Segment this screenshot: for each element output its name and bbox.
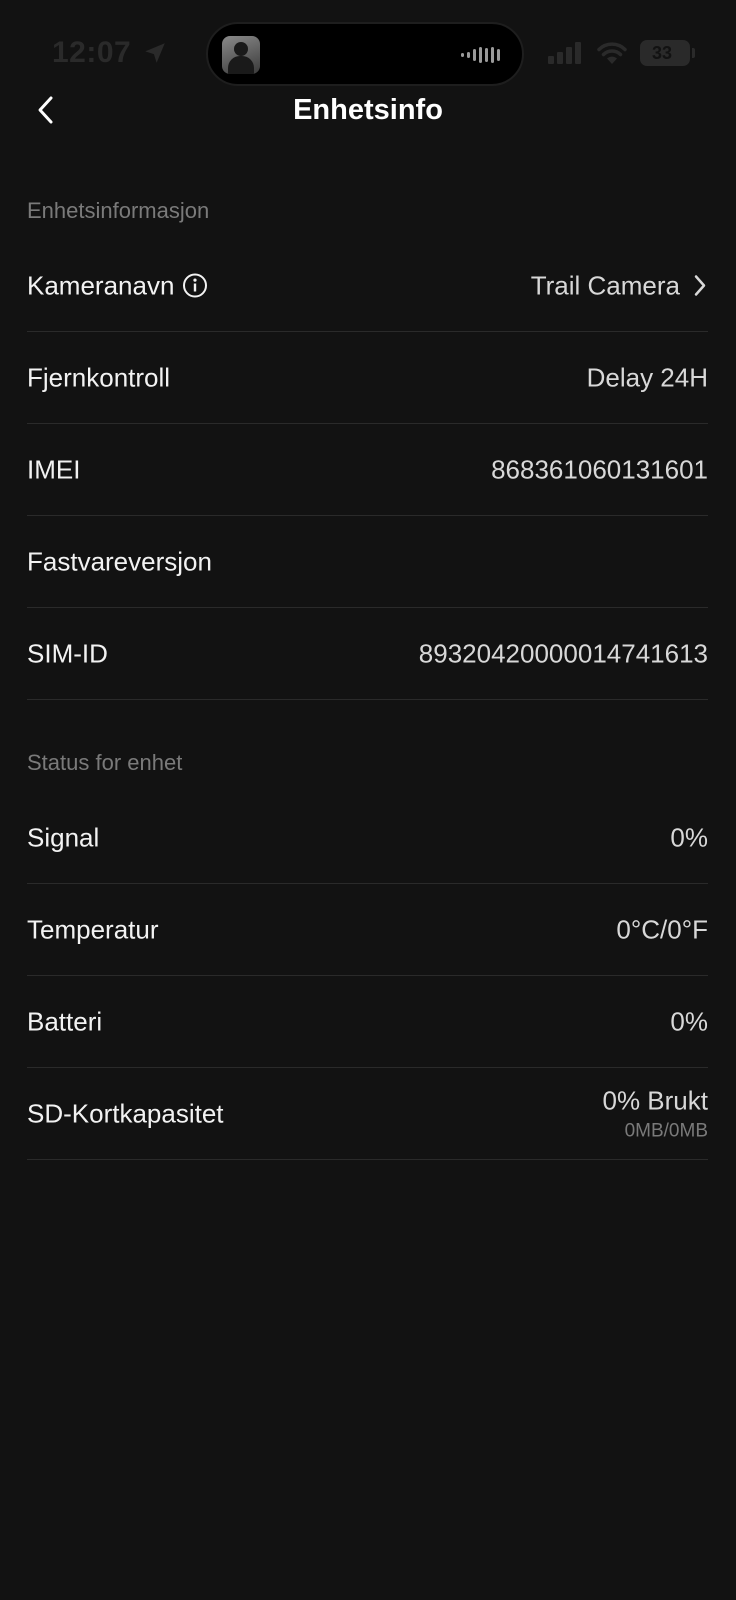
device-info-screen: 12:07 33 Enhetsinfo Enhetsinformasjon Ka… bbox=[0, 0, 736, 1600]
temperature-value: 0°C/0°F bbox=[616, 914, 708, 944]
battery-level: 33 bbox=[651, 43, 673, 63]
section-title-device-info: Enhetsinformasjon bbox=[27, 198, 210, 223]
page-title: Enhetsinfo bbox=[293, 94, 443, 126]
row-signal: Signal 0% bbox=[27, 792, 708, 884]
info-icon[interactable] bbox=[182, 273, 208, 299]
row-remote-control: Fjernkontroll Delay 24H bbox=[27, 332, 708, 424]
firmware-version-label: Fastvareversjon bbox=[27, 546, 212, 576]
battery-label: Batteri bbox=[27, 1006, 103, 1036]
section-title-device-status: Status for enhet bbox=[27, 750, 183, 775]
battery-cap bbox=[692, 48, 695, 58]
wifi-icon bbox=[597, 42, 627, 64]
row-value: Trail Camera bbox=[531, 270, 708, 301]
audio-waveform-icon bbox=[461, 46, 500, 64]
camera-name-label: Kameranavn bbox=[27, 270, 175, 300]
row-camera-name[interactable]: Kameranavn Trail Camera bbox=[27, 240, 708, 332]
location-arrow-icon bbox=[145, 43, 165, 63]
signal-value: 0% bbox=[670, 822, 708, 852]
signal-label: Signal bbox=[27, 822, 100, 852]
row-sd-card-capacity: SD-Kortkapasitet 0% Brukt 0MB/0MB bbox=[27, 1068, 708, 1160]
cellular-signal-icon bbox=[548, 42, 581, 64]
row-label: Kameranavn bbox=[27, 270, 208, 301]
chevron-right-icon bbox=[694, 275, 706, 296]
sim-id-label: SIM-ID bbox=[27, 638, 108, 668]
nav-header: Enhetsinfo bbox=[0, 80, 736, 140]
sd-card-capacity-values: 0% Brukt 0MB/0MB bbox=[603, 1085, 709, 1142]
remote-control-value: Delay 24H bbox=[586, 362, 708, 392]
battery-value: 0% bbox=[670, 1006, 708, 1036]
imei-label: IMEI bbox=[27, 454, 81, 484]
status-time: 12:07 bbox=[52, 36, 132, 69]
row-sim-id: SIM-ID 89320420000014741613 bbox=[27, 608, 708, 700]
camera-name-value: Trail Camera bbox=[530, 270, 680, 300]
sd-card-capacity-label: SD-Kortkapasitet bbox=[27, 1098, 224, 1128]
row-imei: IMEI 868361060131601 bbox=[27, 424, 708, 516]
sd-card-used-size: 0MB/0MB bbox=[624, 1120, 708, 1141]
sim-id-value: 89320420000014741613 bbox=[418, 638, 708, 668]
now-playing-artwork bbox=[222, 36, 260, 74]
imei-value: 868361060131601 bbox=[491, 454, 708, 484]
battery-indicator: 33 bbox=[640, 40, 690, 66]
remote-control-label: Fjernkontroll bbox=[27, 362, 171, 392]
row-battery: Batteri 0% bbox=[27, 976, 708, 1068]
row-firmware-version: Fastvareversjon bbox=[27, 516, 708, 608]
dynamic-island[interactable] bbox=[206, 22, 524, 86]
sd-card-used-percent: 0% Brukt bbox=[602, 1085, 709, 1115]
row-temperature: Temperatur 0°C/0°F bbox=[27, 884, 708, 976]
temperature-label: Temperatur bbox=[27, 914, 159, 944]
